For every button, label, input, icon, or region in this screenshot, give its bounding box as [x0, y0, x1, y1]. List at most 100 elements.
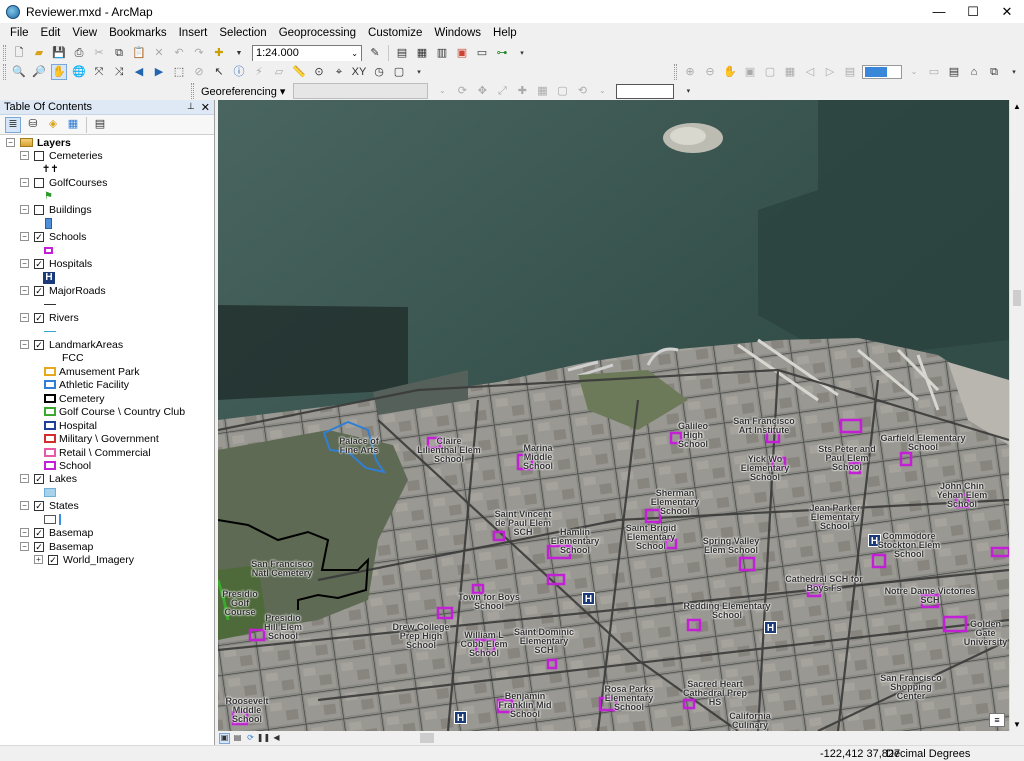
chevron-down-icon[interactable]: ⌄ — [434, 83, 450, 99]
data-driven-pages-icon[interactable]: ⧉ — [986, 64, 1002, 80]
toc-layer-buildings[interactable]: − Buildings — [20, 203, 92, 216]
find-route-icon[interactable]: ⌖ — [331, 64, 347, 80]
layout-view-icon[interactable]: ▤ — [232, 733, 243, 744]
collapse-icon[interactable]: − — [20, 501, 29, 510]
layer-visibility-checkbox[interactable]: ✓ — [34, 500, 44, 511]
viewer-icon[interactable]: ▢ — [554, 83, 570, 99]
georeferencing-menu[interactable]: Georeferencing ▾ — [197, 85, 289, 98]
collapse-icon[interactable]: − — [20, 178, 29, 187]
layout-zoom-in-icon[interactable]: ⊕ — [682, 64, 698, 80]
scroll-thumb[interactable] — [1013, 290, 1021, 306]
full-extent-icon[interactable]: 🌐 — [71, 64, 87, 80]
collapse-icon[interactable]: − — [20, 474, 29, 483]
rotate-dropdown-icon[interactable]: ⟲ — [574, 83, 590, 99]
toolbar-grip[interactable] — [3, 45, 6, 61]
toc-layer-landmarkareas[interactable]: − ✓ LandmarkAreas — [20, 338, 123, 351]
close-icon[interactable]: ✕ — [201, 101, 210, 114]
catalog-window-icon[interactable]: ▦ — [414, 45, 430, 61]
list-by-drawing-order-icon[interactable]: ≣ — [5, 116, 21, 133]
go-to-xy-icon[interactable]: XY — [351, 64, 367, 80]
toolbar-grip[interactable] — [674, 64, 677, 80]
identify-icon[interactable]: ⓘ — [231, 64, 247, 80]
view-link-table-icon[interactable]: ▦ — [534, 83, 550, 99]
collapse-icon[interactable]: − — [20, 542, 29, 551]
fixed-zoom-icon[interactable]: ▦ — [782, 64, 798, 80]
time-slider-icon[interactable]: ◷ — [371, 64, 387, 80]
layout-zoom-combo-icon[interactable]: ▤ — [842, 64, 858, 80]
toolbar-overflow-icon[interactable]: ▾ — [680, 83, 696, 99]
layer-visibility-checkbox[interactable]: ✓ — [34, 285, 44, 296]
scroll-left-icon[interactable]: ◀ — [271, 733, 282, 744]
toc-layer-golfcourses[interactable]: − GolfCourses — [20, 176, 107, 189]
toolbar-grip[interactable] — [191, 83, 194, 99]
layer-visibility-checkbox[interactable]: ✓ — [34, 231, 44, 242]
map-tips-icon[interactable]: ≡ — [989, 713, 1005, 727]
pause-drawing-icon[interactable]: ❚❚ — [257, 733, 270, 744]
find-binoculars-icon[interactable]: ⊙ — [311, 64, 327, 80]
chevron-down-icon[interactable]: ⌄ — [594, 83, 610, 99]
menu-insert[interactable]: Insert — [173, 27, 214, 39]
toolbar-overflow-icon[interactable]: ▾ — [411, 64, 427, 80]
collapse-icon[interactable]: − — [20, 151, 29, 160]
list-by-visibility-icon[interactable]: ◈ — [45, 117, 61, 133]
layout-forward-icon[interactable]: ▷ — [822, 64, 838, 80]
menu-view[interactable]: View — [66, 27, 103, 39]
fixed-zoom-in-icon[interactable]: ⤧ — [91, 64, 107, 80]
fixed-zoom-out-icon[interactable]: ⤨ — [111, 64, 127, 80]
toc-layer-majorroads[interactable]: − ✓ MajorRoads — [20, 284, 106, 297]
scale-icon[interactable]: ⤢ — [494, 83, 510, 99]
forward-arrow-icon[interactable]: ▶ — [151, 64, 167, 80]
html-popup-icon[interactable]: ▱ — [271, 64, 287, 80]
menu-edit[interactable]: Edit — [35, 27, 67, 39]
map-view[interactable]: H H H H Palace of Fine Arts Claire Lilie… — [218, 100, 1009, 731]
menu-customize[interactable]: Customize — [362, 27, 428, 39]
collapse-icon[interactable]: − — [20, 340, 29, 349]
layer-visibility-checkbox[interactable]: ✓ — [34, 312, 44, 323]
layer-visibility-checkbox[interactable]: ✓ — [34, 473, 44, 484]
clear-selection-icon[interactable]: ⊘ — [191, 64, 207, 80]
measure-icon[interactable]: 📏 — [291, 64, 307, 80]
copy-icon[interactable]: ⧉ — [111, 45, 127, 61]
toggle-draft-mode-icon[interactable]: ▭ — [926, 64, 942, 80]
list-by-source-icon[interactable]: ⛁ — [25, 117, 41, 133]
menu-geoprocessing[interactable]: Geoprocessing — [273, 27, 362, 39]
toc-window-icon[interactable]: ▤ — [394, 45, 410, 61]
layout-back-icon[interactable]: ◁ — [802, 64, 818, 80]
select-features-icon[interactable]: ⬚ — [171, 64, 187, 80]
toc-layer-world-imagery[interactable]: + ✓ World_Imagery — [34, 553, 134, 566]
hyperlink-icon[interactable]: ⚡ — [251, 64, 267, 80]
hospital-marker-4[interactable]: H — [454, 711, 467, 724]
close-button[interactable]: ✕ — [990, 0, 1024, 23]
arctoolbox-icon[interactable]: ▣ — [454, 45, 470, 61]
focus-data-frame-icon[interactable]: ▤ — [946, 64, 962, 80]
menu-selection[interactable]: Selection — [213, 27, 272, 39]
menu-help[interactable]: Help — [487, 27, 523, 39]
expand-icon[interactable]: + — [34, 555, 43, 564]
toc-layer-hospitals[interactable]: − ✓ Hospitals — [20, 257, 92, 270]
modelbuilder-icon[interactable]: ⊶ — [494, 45, 510, 61]
menu-bookmarks[interactable]: Bookmarks — [103, 27, 173, 39]
new-document-icon[interactable]: 🗋 — [11, 45, 27, 61]
toc-layer-rivers[interactable]: − ✓ Rivers — [20, 311, 79, 324]
map-vertical-scrollbar[interactable]: ▲ ▼ — [1009, 100, 1024, 731]
select-elements-icon[interactable]: ↖ — [211, 64, 227, 80]
layout-zoom-out-icon[interactable]: ⊖ — [702, 64, 718, 80]
collapse-icon[interactable]: − — [20, 313, 29, 322]
collapse-icon[interactable]: − — [20, 205, 29, 214]
open-folder-icon[interactable]: ▰ — [31, 45, 47, 61]
georef-layer-combobox[interactable] — [293, 83, 429, 99]
layer-visibility-checkbox[interactable] — [34, 150, 44, 161]
toolbar-overflow-icon[interactable]: ▾ — [514, 45, 530, 61]
toc-layer-lakes[interactable]: − ✓ Lakes — [20, 472, 77, 485]
hospital-marker-2[interactable]: H — [764, 621, 777, 634]
layer-visibility-checkbox[interactable]: ✓ — [34, 258, 44, 269]
paste-icon[interactable]: 📋 — [131, 45, 147, 61]
toc-layer-basemap[interactable]: − ✓ Basemap — [20, 526, 93, 539]
toc-root[interactable]: − Layers — [6, 136, 71, 149]
layer-visibility-checkbox[interactable] — [34, 204, 44, 215]
chevron-down-icon[interactable]: ⌄ — [906, 64, 922, 80]
editor-toolbar-icon[interactable]: ✎ — [367, 45, 383, 61]
toc-layer-basemap-group[interactable]: − ✓ Basemap — [20, 540, 93, 553]
toolbar-overflow-icon[interactable]: ▾ — [1006, 64, 1022, 80]
viewer-window-icon[interactable]: ▢ — [391, 64, 407, 80]
